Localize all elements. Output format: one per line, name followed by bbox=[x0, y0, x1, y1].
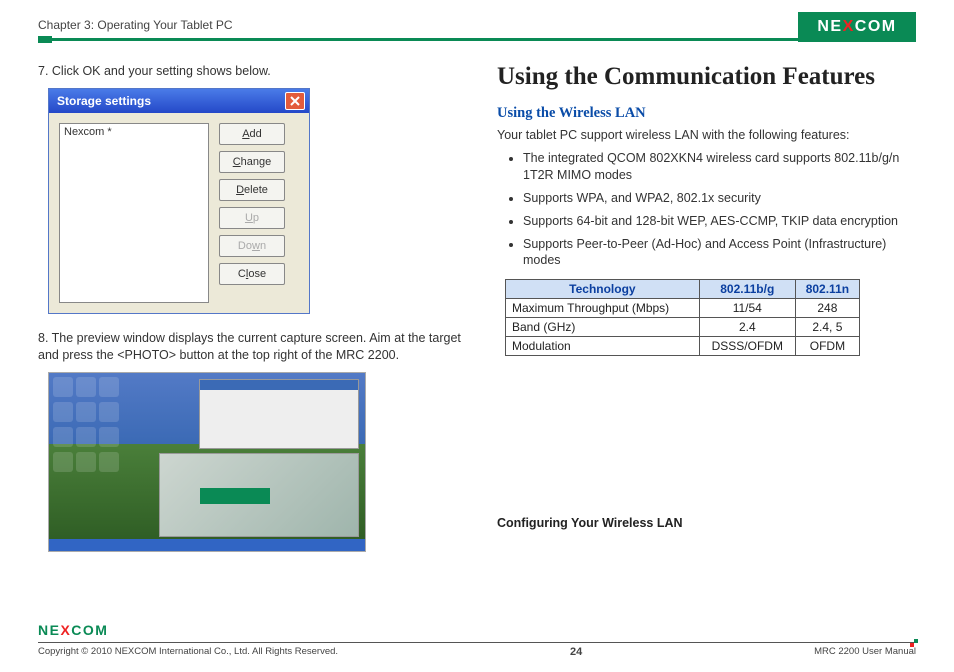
list-item: Supports 64-bit and 128-bit WEP, AES-CCM… bbox=[523, 213, 916, 230]
row-label: Band (GHz) bbox=[506, 318, 700, 337]
list-item[interactable]: Nexcom * bbox=[64, 126, 204, 138]
cell: DSSS/OFDM bbox=[699, 337, 795, 356]
cell: 2.4 bbox=[699, 318, 795, 337]
th-technology: Technology bbox=[506, 280, 700, 299]
window-title: Storage settings bbox=[57, 94, 285, 108]
cell: OFDM bbox=[795, 337, 859, 356]
feature-list: The integrated QCOM 802XKN4 wireless car… bbox=[497, 150, 916, 269]
change-button[interactable]: Change bbox=[219, 151, 285, 173]
storage-settings-window: Storage settings Nexcom * Add Change Del… bbox=[48, 88, 310, 314]
close-icon[interactable] bbox=[285, 92, 305, 110]
footer-decor-icon bbox=[910, 639, 918, 647]
table-row: Band (GHz) 2.4 2.4, 5 bbox=[506, 318, 860, 337]
list-item: Supports WPA, and WPA2, 802.1x security bbox=[523, 190, 916, 207]
step-7-text: 7. Click OK and your setting shows below… bbox=[38, 63, 463, 80]
th-80211bg: 802.11b/g bbox=[699, 280, 795, 299]
page-number: 24 bbox=[570, 646, 582, 658]
table-row: Maximum Throughput (Mbps) 11/54 248 bbox=[506, 299, 860, 318]
page-header: Chapter 3: Operating Your Tablet PC NEXC… bbox=[38, 18, 916, 41]
row-label: Maximum Throughput (Mbps) bbox=[506, 299, 700, 318]
cell: 2.4, 5 bbox=[795, 318, 859, 337]
chapter-title: Chapter 3: Operating Your Tablet PC bbox=[38, 18, 916, 32]
step-8-text: 8. The preview window displays the curre… bbox=[38, 330, 463, 364]
subsection-heading: Using the Wireless LAN bbox=[497, 105, 916, 122]
up-button[interactable]: Up bbox=[219, 207, 285, 229]
section-heading: Using the Communication Features bbox=[497, 63, 916, 91]
add-button[interactable]: Add bbox=[219, 123, 285, 145]
footer-logo: NEXCOM bbox=[38, 622, 108, 638]
intro-text: Your tablet PC support wireless LAN with… bbox=[497, 128, 916, 142]
list-item: Supports Peer-to-Peer (Ad-Hoc) and Acces… bbox=[523, 236, 916, 270]
page-footer: NEXCOM Copyright © 2010 NEXCOM Internati… bbox=[38, 642, 916, 658]
doc-title: MRC 2200 User Manual bbox=[814, 646, 916, 658]
preview-screenshot bbox=[48, 372, 366, 552]
window-titlebar: Storage settings bbox=[49, 89, 309, 113]
copyright-text: Copyright © 2010 NEXCOM International Co… bbox=[38, 646, 338, 658]
cell: 11/54 bbox=[699, 299, 795, 318]
storage-listbox[interactable]: Nexcom * bbox=[59, 123, 209, 303]
cell: 248 bbox=[795, 299, 859, 318]
list-item: The integrated QCOM 802XKN4 wireless car… bbox=[523, 150, 916, 184]
technology-table: Technology 802.11b/g 802.11n Maximum Thr… bbox=[505, 279, 860, 356]
row-label: Modulation bbox=[506, 337, 700, 356]
configuring-heading: Configuring Your Wireless LAN bbox=[497, 516, 916, 530]
delete-button[interactable]: Delete bbox=[219, 179, 285, 201]
th-80211n: 802.11n bbox=[795, 280, 859, 299]
table-row: Modulation DSSS/OFDM OFDM bbox=[506, 337, 860, 356]
down-button[interactable]: Down bbox=[219, 235, 285, 257]
close-button[interactable]: Close bbox=[219, 263, 285, 285]
